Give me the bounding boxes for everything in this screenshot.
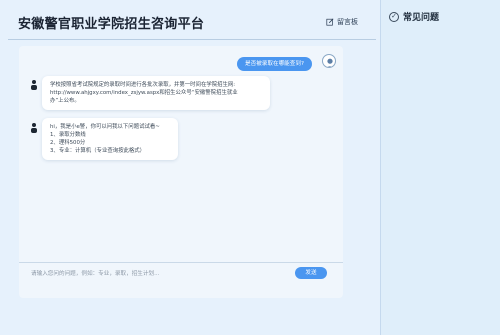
user-avatar [322,54,336,68]
message-line: 2、理科500分 [50,140,86,146]
bot-message: hi，我是小e警，你可以问我以下问题试试看~ 1、录取分数线 2、理科500分 … [42,118,178,160]
message-line: 3、专业：计算机（专业查询按此格式） [50,148,146,154]
bot-avatar-icon [31,123,37,133]
page-title: 安徽警官职业学院招生咨询平台 [18,17,205,32]
bot-avatar-icon [31,80,37,90]
header-divider [8,39,376,40]
faq-title: 常见问题 [403,13,440,23]
message-line: http://www.ahjgxy.com/index_zsjyw.aspx和招… [50,90,238,96]
chat-panel: 是否被录取在哪能查到? 学校按照省考试院规定的录取时间进行各批次录取，并第一时间… [19,46,343,298]
guestbook-button[interactable]: 留言板 [326,17,358,27]
input-divider [19,262,343,263]
header: 安徽警官职业学院招生咨询平台 留言板 [0,0,380,38]
message-line: 1、录取分数线 [50,132,86,138]
message-line: 学校按照省考试院规定的录取时间进行各批次录取，并第一时间在学院招生网: [50,82,236,88]
bot-message: 学校按照省考试院规定的录取时间进行各批次录取，并第一时间在学院招生网: http… [42,76,270,110]
faq-panel: ✓ 常见问题 [380,0,500,335]
message-line: 办”上公布。 [50,98,80,104]
edit-icon [326,18,334,26]
user-message: 是否被录取在哪能查到? [237,57,312,71]
message-line: hi，我是小e警，你可以问我以下问题试试看~ [50,124,160,130]
user-avatar-icon [327,58,333,67]
faq-header[interactable]: ✓ 常见问题 [389,10,439,23]
guestbook-label: 留言板 [337,18,358,26]
question-input[interactable]: 请输入您问的问题，例如：专业，录取，招生计划... [31,269,231,277]
check-circle-icon: ✓ [389,11,399,22]
send-button[interactable]: 发送 [295,267,327,279]
